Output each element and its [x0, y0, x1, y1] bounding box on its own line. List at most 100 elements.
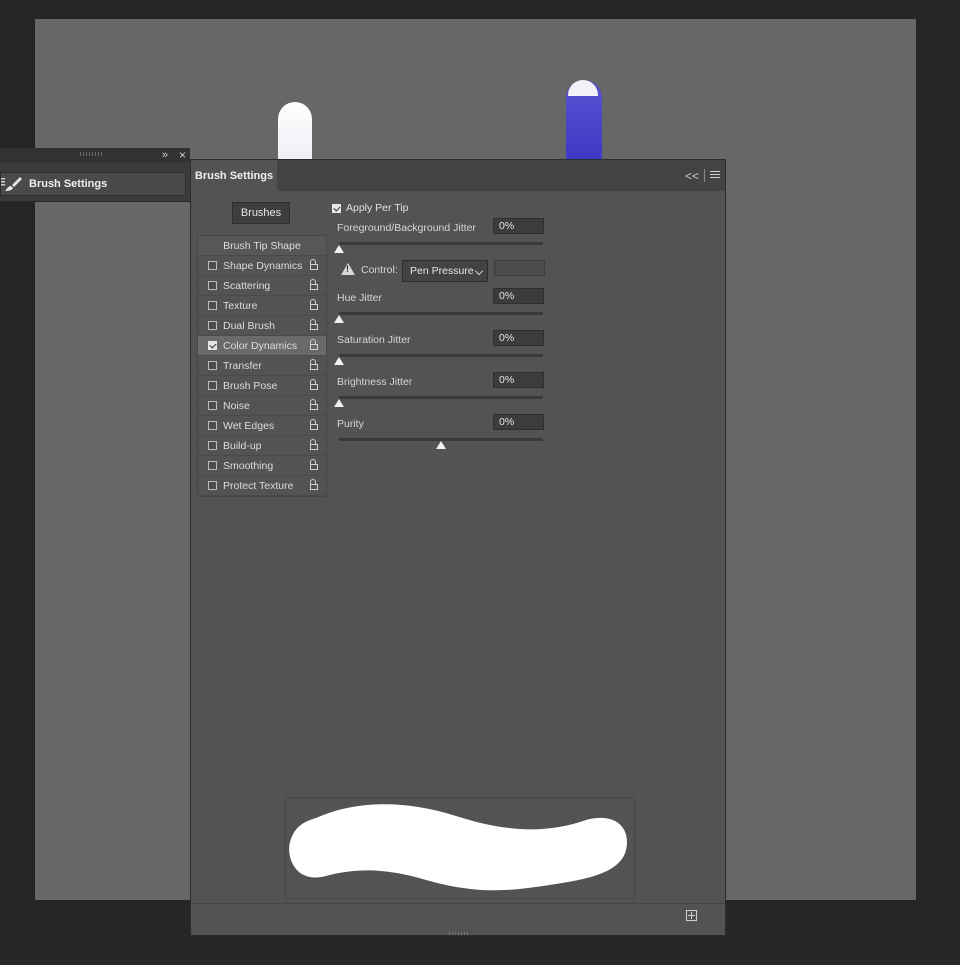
brightness-jitter-slider[interactable] — [339, 396, 543, 399]
fg-bg-jitter-input[interactable]: 0% — [493, 218, 544, 234]
hue-jitter-input[interactable]: 0% — [493, 288, 544, 304]
list-item-protect-texture[interactable]: Protect Texture — [198, 476, 326, 496]
list-item-color-dynamics[interactable]: Color Dynamics — [198, 336, 326, 356]
checkbox[interactable] — [208, 461, 217, 470]
control-value-field — [494, 260, 545, 276]
checkbox[interactable] — [208, 261, 217, 270]
list-item-label: Wet Edges — [223, 419, 275, 432]
list-item-label: Shape Dynamics — [223, 259, 303, 272]
blue-paint-stroke — [566, 80, 602, 160]
close-icon[interactable]: × — [179, 148, 186, 162]
apply-per-tip-checkbox[interactable] — [332, 203, 341, 213]
list-item-brush-pose[interactable]: Brush Pose — [198, 376, 326, 396]
collapsed-brush-settings-panel: » × Brush Settings — [0, 148, 190, 202]
saturation-jitter-label: Saturation Jitter — [337, 334, 411, 346]
lock-icon[interactable] — [309, 459, 320, 471]
apply-per-tip-label: Apply Per Tip — [346, 202, 409, 214]
lock-icon[interactable] — [309, 339, 320, 351]
checkbox[interactable] — [208, 321, 217, 330]
hue-jitter-thumb[interactable] — [334, 315, 344, 323]
tab-brush-settings[interactable]: Brush Settings — [191, 160, 277, 191]
mini-panel-titlebar[interactable]: » × — [0, 148, 190, 162]
fg-bg-jitter-slider[interactable] — [339, 242, 543, 245]
list-item-build-up[interactable]: Build-up — [198, 436, 326, 456]
list-item-scattering[interactable]: Scattering — [198, 276, 326, 296]
lock-icon[interactable] — [309, 259, 320, 271]
warning-icon — [341, 263, 355, 275]
mini-panel-title: Brush Settings — [29, 178, 108, 190]
list-item-label: Transfer — [223, 359, 262, 372]
purity-thumb[interactable] — [436, 441, 446, 449]
list-item-label: Brush Pose — [223, 379, 278, 392]
list-item-noise[interactable]: Noise — [198, 396, 326, 416]
panel-footer — [191, 903, 725, 930]
control-label: Control: — [361, 264, 398, 276]
list-item-label: Smoothing — [223, 459, 274, 472]
list-item-transfer[interactable]: Transfer — [198, 356, 326, 376]
list-item-label: Texture — [223, 299, 258, 312]
lock-icon[interactable] — [309, 419, 320, 431]
hue-jitter-label: Hue Jitter — [337, 292, 382, 304]
checkbox-checked[interactable] — [208, 341, 217, 350]
control-dropdown-value: Pen Pressure — [410, 265, 474, 277]
brush-settings-icon — [1, 177, 22, 191]
brightness-jitter-label: Brightness Jitter — [337, 376, 413, 388]
checkbox[interactable] — [208, 281, 217, 290]
collapse-icon[interactable]: << — [685, 169, 699, 183]
list-item-smoothing[interactable]: Smoothing — [198, 456, 326, 476]
list-item-label: Brush Tip Shape — [223, 239, 301, 252]
brush-stroke-preview — [285, 797, 635, 899]
brush-settings-panel: Brush Settings << Brushes Brush Tip Shap… — [190, 159, 726, 936]
list-item-label: Scattering — [223, 279, 271, 292]
checkbox[interactable] — [208, 441, 217, 450]
hue-jitter-slider[interactable] — [339, 312, 543, 315]
fg-bg-jitter-thumb[interactable] — [334, 245, 344, 253]
checkbox[interactable] — [208, 401, 217, 410]
purity-input[interactable]: 0% — [493, 414, 544, 430]
list-item-wet-edges[interactable]: Wet Edges — [198, 416, 326, 436]
lock-icon[interactable] — [309, 399, 320, 411]
saturation-jitter-thumb[interactable] — [334, 357, 344, 365]
checkbox[interactable] — [208, 481, 217, 490]
panel-tabbar: Brush Settings << — [191, 160, 725, 191]
saturation-jitter-slider[interactable] — [339, 354, 543, 357]
drag-grip[interactable] — [80, 152, 102, 156]
checkbox[interactable] — [208, 381, 217, 390]
list-item-label: Noise — [223, 399, 250, 412]
apply-per-tip[interactable]: Apply Per Tip — [332, 202, 408, 214]
brightness-jitter-thumb[interactable] — [334, 399, 344, 407]
lock-icon[interactable] — [309, 479, 320, 491]
saturation-jitter-input[interactable]: 0% — [493, 330, 544, 346]
checkbox[interactable] — [208, 301, 217, 310]
lock-icon[interactable] — [309, 359, 320, 371]
list-item-brush-tip-shape[interactable]: Brush Tip Shape — [198, 236, 326, 256]
brush-options-list: Brush Tip Shape Shape Dynamics Scatterin… — [197, 235, 327, 497]
expand-panels-icon[interactable]: » — [162, 148, 168, 162]
brush-settings-panel-button[interactable]: Brush Settings — [0, 172, 186, 196]
list-item-label: Build-up — [223, 439, 262, 452]
checkbox[interactable] — [208, 421, 217, 430]
list-item-label: Dual Brush — [223, 319, 275, 332]
lock-icon[interactable] — [309, 319, 320, 331]
brightness-jitter-input[interactable]: 0% — [493, 372, 544, 388]
resize-grip[interactable] — [449, 932, 469, 935]
lock-icon[interactable] — [309, 279, 320, 291]
purity-label: Purity — [337, 418, 364, 430]
divider — [704, 169, 705, 182]
chevron-down-icon — [474, 266, 484, 276]
lock-icon[interactable] — [309, 439, 320, 451]
list-item-dual-brush[interactable]: Dual Brush — [198, 316, 326, 336]
create-new-brush-icon[interactable] — [686, 910, 697, 921]
stroke-preview-shape — [289, 804, 627, 891]
lock-icon[interactable] — [309, 379, 320, 391]
list-item-shape-dynamics[interactable]: Shape Dynamics — [198, 256, 326, 276]
lock-icon[interactable] — [309, 299, 320, 311]
brushes-button[interactable]: Brushes — [232, 202, 290, 224]
list-item-label: Protect Texture — [223, 479, 294, 492]
control-dropdown[interactable]: Pen Pressure — [402, 260, 488, 282]
checkbox[interactable] — [208, 361, 217, 370]
list-item-texture[interactable]: Texture — [198, 296, 326, 316]
panel-menu-icon[interactable] — [710, 171, 720, 180]
fg-bg-jitter-label: Foreground/Background Jitter — [337, 222, 476, 234]
list-item-label: Color Dynamics — [223, 339, 298, 352]
